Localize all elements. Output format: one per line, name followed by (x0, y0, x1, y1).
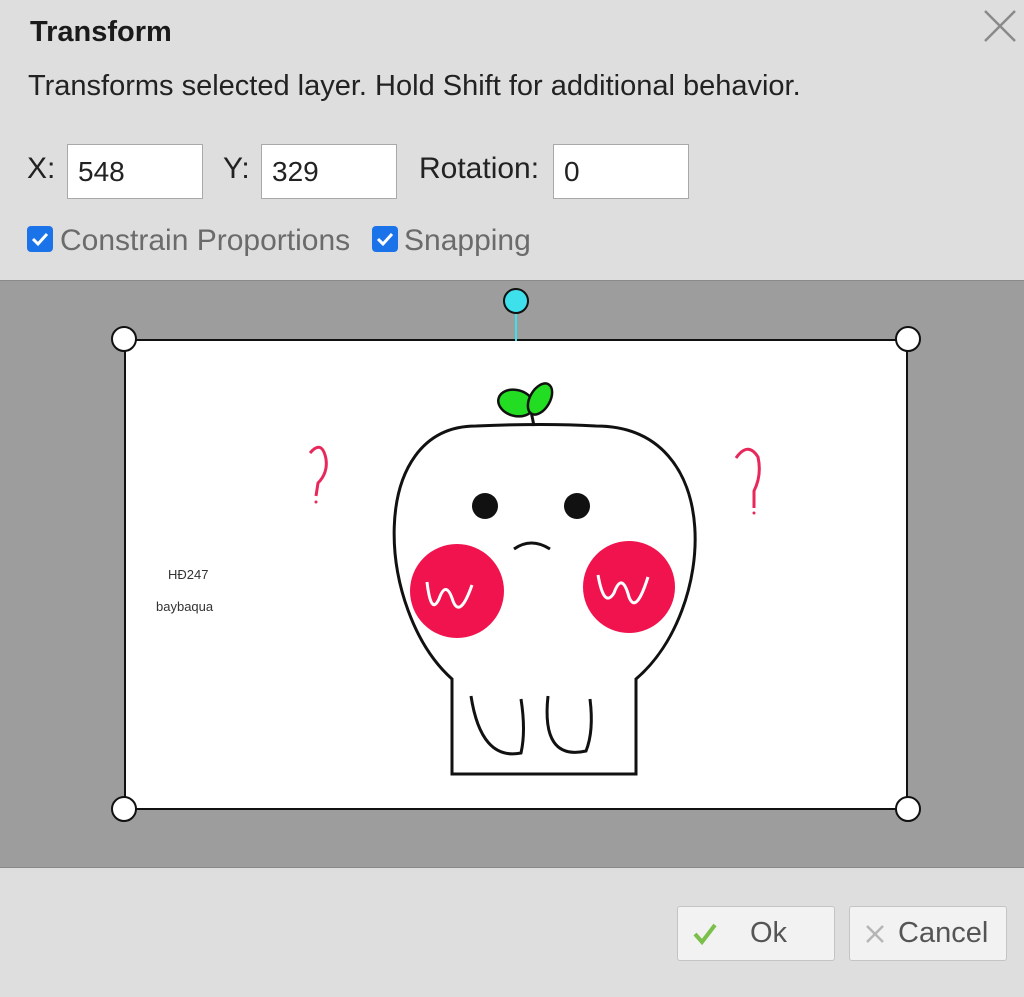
cancel-label: Cancel (898, 917, 989, 949)
rotation-handle-line (515, 313, 517, 341)
y-input[interactable] (261, 144, 397, 199)
character-illustration (308, 382, 761, 776)
constrain-proportions-label[interactable]: Constrain Proportions (60, 224, 350, 258)
rotation-label: Rotation: (419, 152, 540, 185)
resize-handle-bottom-left[interactable] (111, 796, 137, 822)
dialog-description: Transforms selected layer. Hold Shift fo… (28, 70, 801, 102)
transform-preview[interactable]: HĐ247 baybaqua (0, 280, 1024, 868)
watermark-line-2: baybaqua (156, 599, 214, 614)
x-input[interactable] (67, 144, 203, 199)
resize-handle-bottom-right[interactable] (895, 796, 921, 822)
ok-button[interactable]: Ok (677, 906, 835, 961)
snapping-checkbox[interactable] (372, 226, 398, 252)
y-label: Y: (223, 152, 250, 185)
resize-handle-top-right[interactable] (895, 326, 921, 352)
resize-handle-top-left[interactable] (111, 326, 137, 352)
checkmark-icon (31, 232, 49, 247)
cancel-button[interactable]: Cancel (849, 906, 1007, 961)
constrain-proportions-checkbox[interactable] (27, 226, 53, 252)
checkmark-icon (376, 232, 394, 247)
rotation-handle[interactable] (503, 288, 529, 314)
watermark-line-1: HĐ247 (168, 567, 209, 582)
rotation-input[interactable] (553, 144, 689, 199)
ok-label: Ok (750, 917, 788, 949)
x-icon (864, 923, 886, 945)
x-label: X: (27, 152, 56, 185)
layer-image[interactable]: HĐ247 baybaqua (124, 339, 908, 810)
close-icon (984, 10, 1016, 42)
snapping-label[interactable]: Snapping (404, 224, 531, 258)
dialog-title: Transform (30, 16, 172, 48)
transform-dialog: Transform Transforms selected layer. Hol… (0, 0, 1024, 997)
checkmark-icon (692, 921, 718, 947)
close-button[interactable] (980, 6, 1020, 46)
